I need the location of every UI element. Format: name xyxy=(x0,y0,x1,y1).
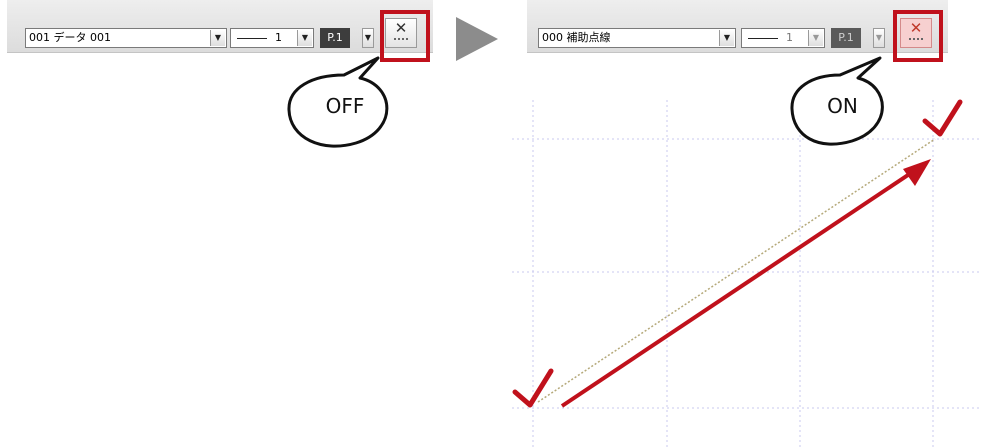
callout-label-off: OFF xyxy=(325,94,365,118)
drawing-canvas xyxy=(287,56,981,448)
auxiliary-dotted-line xyxy=(537,138,936,403)
arrow-head xyxy=(903,159,931,186)
drawing-arrow-line xyxy=(560,165,922,408)
grid xyxy=(512,100,981,448)
checkmark-icon xyxy=(922,99,963,137)
callout-label-on: ON xyxy=(827,94,858,118)
